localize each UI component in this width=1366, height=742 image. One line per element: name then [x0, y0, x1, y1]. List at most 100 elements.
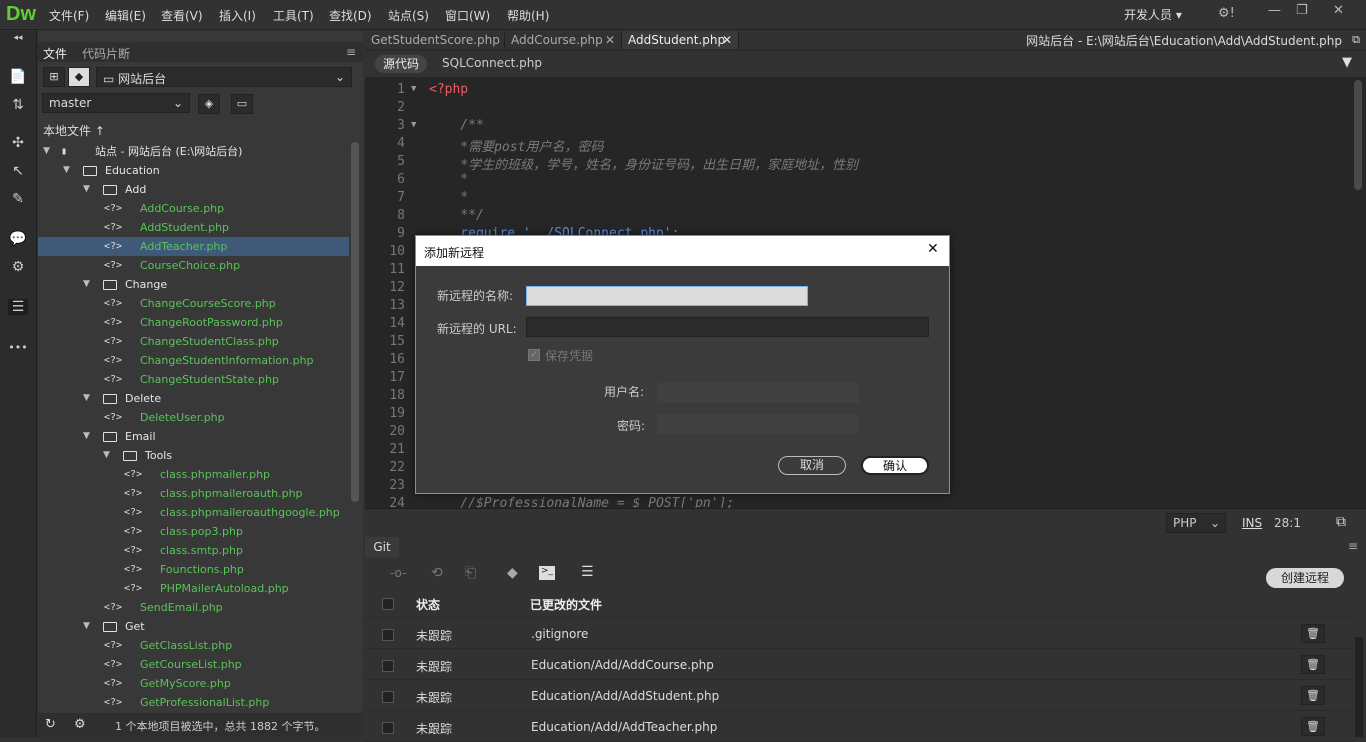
tree-row[interactable]: <?> ChangeStudentState.php: [38, 370, 349, 389]
row-checkbox[interactable]: [382, 691, 394, 703]
branch-select[interactable]: master ⌄: [42, 93, 190, 113]
insert-mode[interactable]: INS: [1242, 516, 1262, 530]
create-remote-button[interactable]: 创建远程: [1266, 568, 1344, 588]
close-icon[interactable]: ✕: [927, 241, 939, 257]
remote-url-input[interactable]: [526, 317, 929, 337]
git-scrollbar[interactable]: [1355, 637, 1363, 737]
expand-arrow-icon[interactable]: ▼: [83, 389, 90, 408]
tree-row[interactable]: <?> class.pop3.php: [38, 522, 349, 541]
get-put-icon[interactable]: ⇅: [8, 97, 28, 113]
tree-row[interactable]: <?> ChangeCourseScore.php: [38, 294, 349, 313]
restore-button[interactable]: ❐: [1296, 3, 1308, 18]
edit-icon[interactable]: ✎: [8, 191, 28, 207]
row-checkbox[interactable]: [382, 722, 394, 734]
tree-row[interactable]: <?> class.phpmailer.php: [38, 465, 349, 484]
git-icon[interactable]: ◆: [68, 67, 90, 87]
trash-icon[interactable]: 🗑: [1301, 686, 1325, 705]
site-icon[interactable]: ⊞: [43, 67, 65, 87]
tree-row[interactable]: <?> GetCourseList.php: [38, 655, 349, 674]
tree-row[interactable]: ▼ Add: [38, 180, 349, 199]
menu-item-1[interactable]: 编辑(E): [105, 7, 146, 24]
select-all-checkbox[interactable]: [382, 598, 394, 610]
expand-arrow-icon[interactable]: ▼: [83, 180, 90, 199]
tree-row[interactable]: ▼ Education: [38, 161, 349, 180]
terminal-icon[interactable]: ▭: [231, 94, 253, 114]
new-file-icon[interactable]: 📄: [8, 69, 28, 85]
tree-row[interactable]: <?> ChangeRootPassword.php: [38, 313, 349, 332]
workspace-switcher[interactable]: 开发人员 ▾: [1124, 6, 1182, 23]
menu-item-6[interactable]: 站点(S): [388, 7, 429, 24]
git-panel-icon[interactable]: ☰: [8, 299, 28, 315]
fold-arrow-icon[interactable]: ▼: [411, 84, 416, 94]
source-code-tab[interactable]: 源代码: [375, 55, 428, 73]
panel-menu-icon[interactable]: ≡: [346, 45, 356, 59]
expand-arrow-icon[interactable]: ▼: [43, 142, 50, 161]
tree-row[interactable]: <?> ChangeStudentInformation.php: [38, 351, 349, 370]
save-credentials-checkbox[interactable]: ✓: [528, 349, 540, 361]
filter-icon[interactable]: ▼: [1342, 55, 1352, 70]
related-file-tab[interactable]: SQLConnect.php: [442, 56, 542, 70]
git-row[interactable]: 未跟踪 Education/Add/AddStudent.php 🗑: [365, 680, 1353, 711]
tree-row[interactable]: <?> DeleteUser.php: [38, 408, 349, 427]
maximize-icon[interactable]: ⧉: [1352, 33, 1360, 47]
expand-arrow-icon[interactable]: ▼: [63, 161, 70, 180]
tree-row[interactable]: ▼ Tools: [38, 446, 349, 465]
tree-row[interactable]: <?> AddStudent.php: [38, 218, 349, 237]
git-row[interactable]: 未跟踪 .gitignore 🗑: [365, 618, 1353, 649]
local-files-header[interactable]: 本地文件 ↑: [43, 122, 105, 139]
tree-row[interactable]: <?> class.phpmaileroauth.php: [38, 484, 349, 503]
git-tab[interactable]: Git: [365, 537, 399, 557]
comment-icon[interactable]: 💬: [8, 231, 28, 247]
tree-row[interactable]: ▼ Get: [38, 617, 349, 636]
tree-row[interactable]: <?> GetMyScore.php: [38, 674, 349, 693]
fetch-icon[interactable]: ⎗: [465, 565, 476, 581]
tree-row[interactable]: ▼ Email: [38, 427, 349, 446]
tree-row[interactable]: <?> AddCourse.php: [38, 199, 349, 218]
tree-row[interactable]: ▼ Delete: [38, 389, 349, 408]
fold-arrow-icon[interactable]: ▼: [411, 120, 416, 130]
language-select[interactable]: PHP ⌄: [1166, 513, 1226, 533]
site-select[interactable]: ▭ 网站后台 ⌄: [96, 67, 352, 87]
trash-icon[interactable]: 🗑: [1301, 624, 1325, 643]
expand-arrow-icon[interactable]: ▼: [103, 446, 110, 465]
minimize-button[interactable]: —: [1268, 3, 1281, 18]
tab-snippets[interactable]: 代码片断: [82, 45, 130, 62]
ok-button[interactable]: 确认: [861, 456, 929, 475]
insert-icon[interactable]: ✣: [8, 135, 28, 151]
tree-row[interactable]: <?> SendEmail.php: [38, 598, 349, 617]
document-tab[interactable]: GetStudentScore.php✕: [365, 31, 505, 65]
tag-icon[interactable]: ◆: [507, 565, 518, 581]
select-icon[interactable]: ↖: [8, 163, 28, 179]
panel-menu-icon[interactable]: ≡: [1348, 539, 1358, 553]
document-tab[interactable]: AddCourse.php ✕: [505, 31, 622, 49]
settings-tool-icon[interactable]: ⚙: [8, 259, 28, 275]
expand-arrow-icon[interactable]: ▼: [83, 617, 90, 636]
document-tab[interactable]: AddStudent.php ✕: [622, 31, 739, 49]
settings-icon[interactable]: ⚙!: [1218, 6, 1235, 21]
connect-icon[interactable]: ⚙: [74, 717, 86, 732]
tree-row[interactable]: <?> CourseChoice.php: [38, 256, 349, 275]
expand-arrow-icon[interactable]: ▼: [83, 275, 90, 294]
remote-name-input[interactable]: [526, 286, 808, 306]
commit-icon[interactable]: -o-: [390, 566, 406, 580]
tree-row[interactable]: <?> PHPMailerAutoload.php: [38, 579, 349, 598]
tab-files[interactable]: 文件: [43, 45, 67, 62]
cancel-button[interactable]: 取消: [778, 456, 846, 475]
menu-item-8[interactable]: 帮助(H): [507, 7, 549, 24]
git-row[interactable]: 未跟踪 Education/Add/AddTeacher.php 🗑: [365, 711, 1353, 742]
menu-item-7[interactable]: 窗口(W): [445, 7, 490, 24]
close-tab-icon[interactable]: ✕: [722, 31, 732, 49]
menu-item-2[interactable]: 查看(V): [161, 7, 203, 24]
tree-row[interactable]: <?> Founctions.php: [38, 560, 349, 579]
trash-icon[interactable]: 🗑: [1301, 717, 1325, 736]
username-input[interactable]: [657, 383, 859, 403]
history-icon[interactable]: ⟲: [431, 565, 443, 581]
menu-item-4[interactable]: 工具(T): [273, 7, 314, 24]
editor-scrollbar[interactable]: [1354, 80, 1362, 190]
close-button[interactable]: ✕: [1333, 3, 1344, 18]
menu-item-5[interactable]: 查找(D): [329, 7, 372, 24]
expand-arrow-icon[interactable]: ▼: [83, 427, 90, 446]
tree-row[interactable]: ▼ ▮ 站点 - 网站后台 (E:\网站后台): [38, 142, 349, 161]
sync-icon[interactable]: ◈: [198, 94, 220, 114]
tree-row[interactable]: <?> class.smtp.php: [38, 541, 349, 560]
